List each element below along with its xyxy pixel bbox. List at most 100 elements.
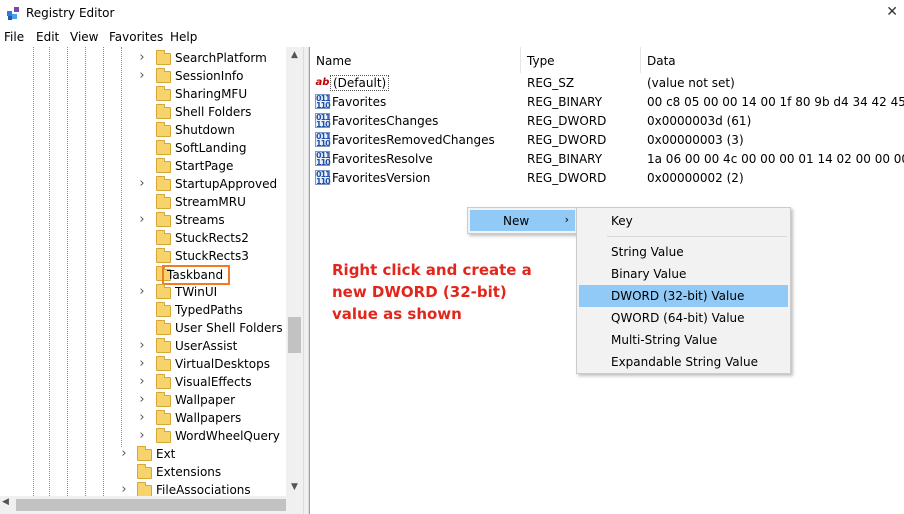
menu-item-expandable-string-value[interactable]: Expandable String Value [579,351,788,373]
folder-icon [156,104,171,119]
menu-item-key[interactable]: Key [579,210,788,232]
tree-item-softlanding[interactable]: SoftLanding [0,140,288,158]
menu-edit[interactable]: Edit [36,30,59,44]
annotation-line: new DWORD (32-bit) [332,283,507,301]
folder-icon [156,410,171,425]
menu-separator [607,236,787,237]
tree-item-wordwheelquery[interactable]: › WordWheelQuery [0,428,288,446]
chevron-right-icon[interactable]: › [137,68,147,83]
tree-item-label: SoftLanding [175,141,247,155]
instruction-annotation: Right click and create a new DWORD (32-b… [332,259,572,325]
close-icon[interactable]: ✕ [886,4,898,20]
menu-view[interactable]: View [70,30,98,44]
chevron-right-icon[interactable]: › [137,374,147,389]
tree-item-label: Taskband [162,265,231,285]
menu-item-label: Expandable String Value [611,355,758,369]
value-name: FavoritesRemovedChanges [332,133,495,147]
scroll-left-icon[interactable]: ◀ [2,497,9,507]
tree-item-streammru[interactable]: StreamMRU [0,194,288,212]
tree-item-label: StartPage [175,159,234,173]
chevron-right-icon[interactable]: › [119,482,129,497]
tree-item-twinui[interactable]: › TWinUI [0,284,288,302]
tree-item-stuckrects2[interactable]: StuckRects2 [0,230,288,248]
value-data: 0x00000002 (2) [647,171,744,185]
tree-item-typedpaths[interactable]: TypedPaths [0,302,288,320]
menu-bar: File Edit View Favorites Help [0,29,904,47]
tree-item-userassist[interactable]: › UserAssist [0,338,288,356]
tree-item-shutdown[interactable]: Shutdown [0,122,288,140]
tree-item-taskband[interactable]: Taskband [0,265,288,285]
tree-item-searchplatform[interactable]: › SearchPlatform [0,50,288,68]
value-row[interactable]: 011 110 FavoritesResolve REG_BINARY 1a 06 0… [310,150,904,169]
chevron-right-icon[interactable]: › [137,356,147,371]
folder-icon [156,302,171,317]
tree-item-streams[interactable]: › Streams [0,212,288,230]
folder-icon [137,446,152,461]
chevron-right-icon[interactable]: › [137,50,147,65]
value-row[interactable]: 011 110 FavoritesRemovedChanges REG_DWORD 0… [310,131,904,150]
folder-icon [156,158,171,173]
key-tree[interactable]: › SearchPlatform › SessionInfo SharingMFU She… [0,47,303,514]
tree-item-ext[interactable]: › Ext [0,446,288,464]
scroll-up-icon[interactable]: ▲ [286,47,303,64]
tree-item-visualeffects[interactable]: › VisualEffects [0,374,288,392]
tree-item-sharingmfu[interactable]: SharingMFU [0,86,288,104]
tree-item-wallpaper[interactable]: › Wallpaper [0,392,288,410]
tree-item-startupapproved[interactable]: › StartupApproved [0,176,288,194]
chevron-right-icon[interactable]: › [137,338,147,353]
scroll-down-icon[interactable]: ▼ [286,479,303,496]
menu-favorites[interactable]: Favorites [109,30,163,44]
value-row[interactable]: 011 110 FavoritesChanges REG_DWORD 0x000000… [310,112,904,131]
folder-icon [156,284,171,299]
chevron-right-icon[interactable]: › [137,392,147,407]
scroll-thumb[interactable] [288,317,301,353]
tree-item-label: Shutdown [175,123,235,137]
menu-item-qword-64-bit-value[interactable]: QWORD (64-bit) Value [579,307,788,329]
value-data: 0x00000003 (3) [647,133,744,147]
chevron-right-icon[interactable]: › [137,284,147,299]
menu-item-string-value[interactable]: String Value [579,241,788,263]
tree-item-startpage[interactable]: StartPage [0,158,288,176]
context-menu: New › [467,207,578,234]
chevron-right-icon[interactable]: › [119,446,129,461]
registry-editor-icon [7,7,19,20]
tree-item-user-shell-folders[interactable]: User Shell Folders [0,320,288,338]
menu-file[interactable]: File [4,30,24,44]
menu-item-label: Key [611,214,633,228]
tree-horizontal-scrollbar[interactable]: ◀ [0,496,303,514]
menu-item-dword-32-bit-value[interactable]: DWORD (32-bit) Value [579,285,788,307]
tree-item-virtualdesktops[interactable]: › VirtualDesktops [0,356,288,374]
tree-item-wallpapers[interactable]: › Wallpapers [0,410,288,428]
context-menu-new[interactable]: New › [470,210,575,231]
column-header-data[interactable]: Data [641,47,904,73]
folder-icon [156,50,171,65]
tree-item-shell-folders[interactable]: Shell Folders [0,104,288,122]
folder-icon [156,194,171,209]
column-header-type[interactable]: Type [521,47,641,73]
chevron-right-icon[interactable]: › [137,428,147,443]
menu-help[interactable]: Help [170,30,197,44]
menu-item-label: Binary Value [611,267,687,281]
tree-item-extensions[interactable]: Extensions [0,464,288,482]
chevron-right-icon[interactable]: › [137,212,147,227]
annotation-line: Right click and create a [332,261,532,279]
value-row[interactable]: 011 110 Favorites REG_BINARY 00 c8 05 00 00… [310,93,904,112]
chevron-right-icon[interactable]: › [137,410,147,425]
menu-item-binary-value[interactable]: Binary Value [579,263,788,285]
tree-vertical-scrollbar[interactable]: ▲ ▼ [286,47,303,496]
tree-item-sessioninfo[interactable]: › SessionInfo [0,68,288,86]
menu-item-multi-string-value[interactable]: Multi-String Value [579,329,788,351]
tree-item-stuckrects3[interactable]: StuckRects3 [0,248,288,266]
value-row[interactable]: 011 110 FavoritesVersion REG_DWORD 0x000000… [310,169,904,188]
folder-icon [156,212,171,227]
scroll-thumb-horizontal[interactable] [16,499,286,511]
column-header-name[interactable]: Name [310,47,521,73]
tree-item-label: Shell Folders [175,105,252,119]
value-row[interactable]: ab (Default) REG_SZ (value not set) [310,74,904,93]
tree-item-label: User Shell Folders [175,321,283,335]
value-type: REG_BINARY [527,95,603,109]
chevron-right-icon[interactable]: › [137,176,147,191]
value-data: 00 c8 05 00 00 14 00 1f 80 9b d4 34 42 4… [647,95,904,109]
value-name: (Default) [330,75,390,91]
folder-icon [156,428,171,443]
